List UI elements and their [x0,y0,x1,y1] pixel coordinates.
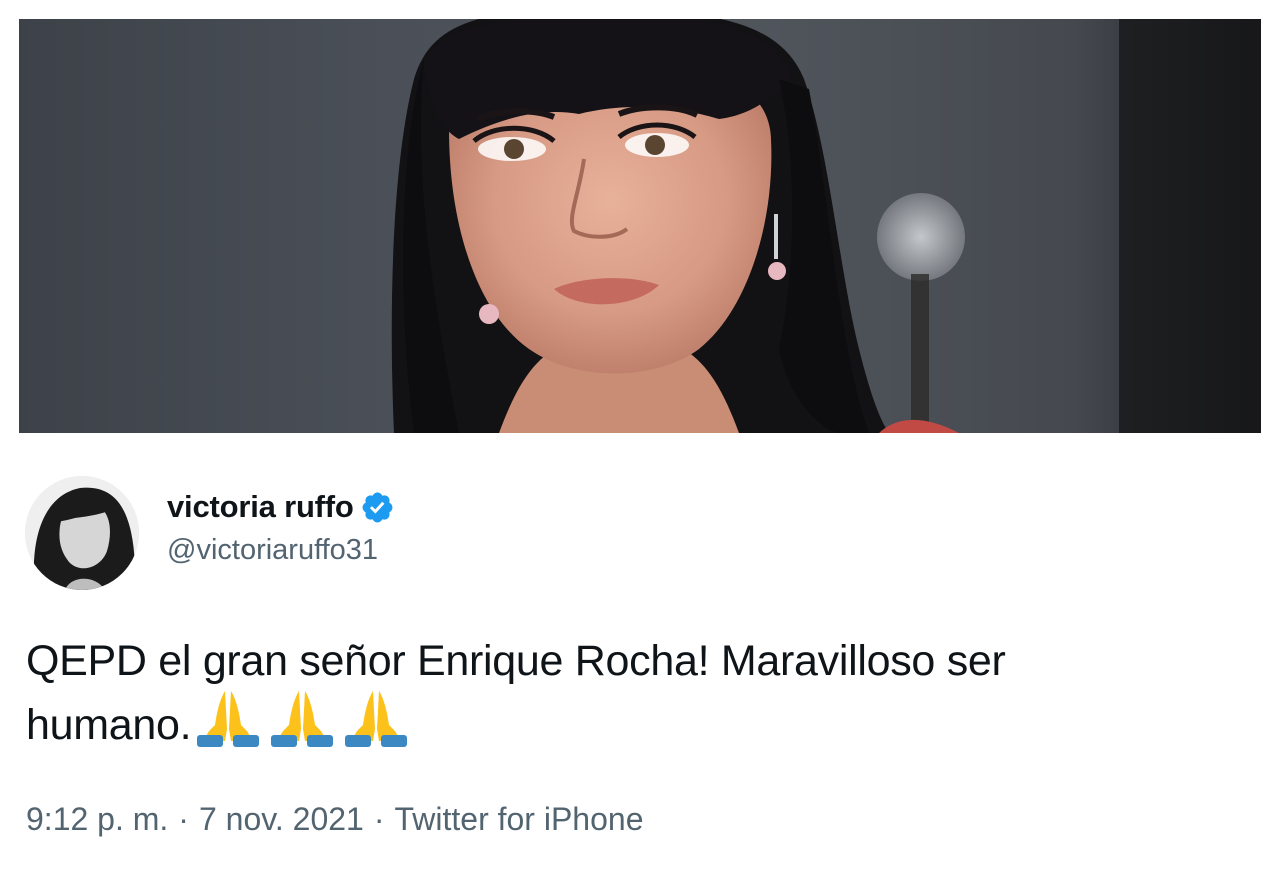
tweet-text-line-1: QEPD el gran señor Enrique Rocha! Maravi… [26,637,1006,685]
folded-hands-icon [195,689,261,747]
display-name[interactable]: victoria ruffo [167,489,354,525]
avatar-portrait [25,476,139,590]
tweet-text-line-2-text: humano. [26,701,192,749]
meta-separator: · [178,801,189,837]
tweet-source[interactable]: Twitter for iPhone [394,801,643,838]
author-name-row: victoria ruffo [167,487,395,527]
tweet-text: QEPD el gran señor Enrique Rocha! Maravi… [26,633,1271,753]
tweet-date[interactable]: 7 nov. 2021 [199,801,364,838]
tweet-time[interactable]: 9:12 p. m. [26,801,168,838]
tweet-text-line-2: humano. [26,689,1271,753]
user-handle[interactable]: @victoriaruffo31 [167,534,378,567]
folded-hands-icon [269,689,335,747]
emoji-group [195,689,417,747]
folded-hands-icon [343,689,409,747]
tweet-meta: 9:12 p. m. · 7 nov. 2021 · Twitter for i… [26,801,643,838]
hero-photo [19,19,1261,433]
portrait-illustration [391,19,1261,433]
verified-badge-icon [360,490,395,525]
avatar[interactable] [25,476,139,590]
meta-separator: · [373,801,385,837]
